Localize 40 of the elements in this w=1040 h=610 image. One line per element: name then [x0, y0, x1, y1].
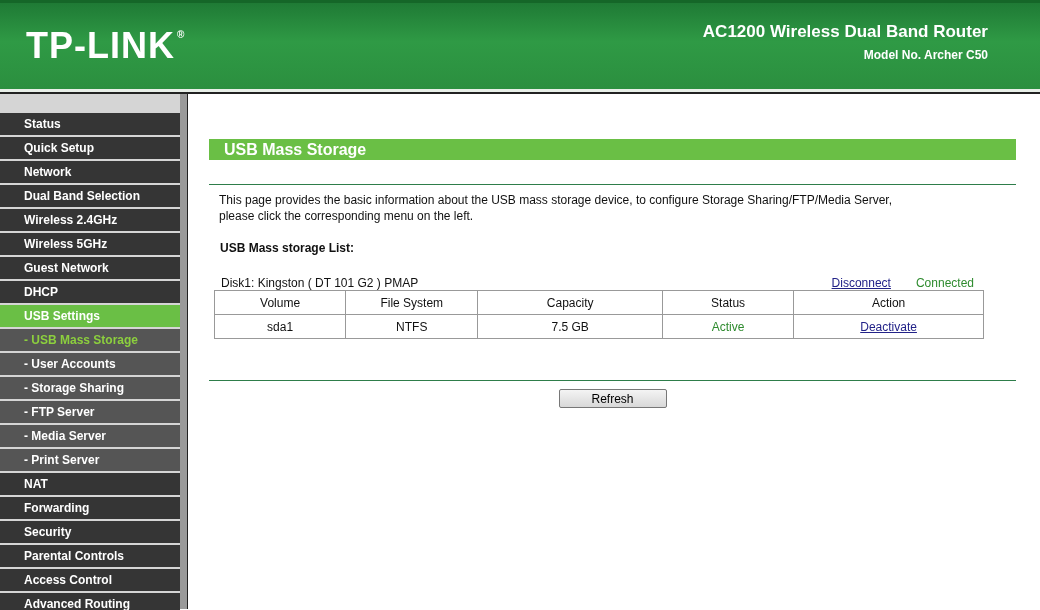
- submenu-item[interactable]: - Print Server: [0, 449, 180, 471]
- refresh-button[interactable]: Refresh: [558, 389, 667, 408]
- column-header: Action: [793, 290, 984, 315]
- menu-item[interactable]: Quick Setup: [0, 137, 180, 159]
- column-header: File System: [345, 290, 478, 315]
- description: This page provides the basic information about the USB mass storage device, to configure Storage Sharing/FTP/Media Server, please click the corresponding menu on the left.: [218, 192, 894, 224]
- menu-item[interactable]: DHCP: [0, 281, 180, 303]
- menu-item[interactable]: NAT: [0, 473, 180, 495]
- menu-item[interactable]: Wireless 5GHz: [0, 233, 180, 255]
- menu-item[interactable]: Status: [0, 113, 180, 135]
- disconnect-link[interactable]: Disconnect: [831, 276, 891, 290]
- connection-status: Connected: [915, 276, 974, 290]
- submenu-item[interactable]: - User Accounts: [0, 353, 180, 375]
- menu-item[interactable]: Security: [0, 521, 180, 543]
- submenu-item[interactable]: - FTP Server: [0, 401, 180, 423]
- table-cell: Active: [662, 314, 794, 339]
- logo: TP-LINK®: [26, 25, 186, 67]
- column-header: Capacity: [477, 290, 663, 315]
- disk-name: Disk1: Kingston ( DT 101 G2 ) PMAP: [221, 276, 420, 290]
- deactivate-link[interactable]: Deactivate: [860, 319, 917, 334]
- table-cell: NTFS: [345, 314, 478, 339]
- list-title: USB Mass storage List:: [219, 240, 356, 255]
- menu-item[interactable]: Advanced Routing: [0, 593, 180, 610]
- menu-item[interactable]: Access Control: [0, 569, 180, 591]
- table-cell: 7.5 GB: [477, 314, 663, 339]
- menu-item[interactable]: Network: [0, 161, 180, 183]
- submenu-item[interactable]: - Media Server: [0, 425, 180, 447]
- menu-item[interactable]: Wireless 2.4GHz: [0, 209, 180, 231]
- submenu-item[interactable]: - USB Mass Storage: [0, 329, 180, 351]
- column-header: Volume: [214, 290, 346, 315]
- table-cell: sda1: [214, 314, 346, 339]
- menu-item[interactable]: Dual Band Selection: [0, 185, 180, 207]
- menu-item[interactable]: Guest Network: [0, 257, 180, 279]
- product-name: AC1200 Wireless Dual Band Router: [702, 22, 988, 42]
- column-header: Status: [662, 290, 794, 315]
- submenu-item[interactable]: - Storage Sharing: [0, 377, 180, 399]
- model-number: Model No. Archer C50: [863, 48, 988, 62]
- menu-item[interactable]: Parental Controls: [0, 545, 180, 567]
- menu-item[interactable]: Forwarding: [0, 497, 180, 519]
- section-title: USB Mass Storage: [209, 139, 1016, 160]
